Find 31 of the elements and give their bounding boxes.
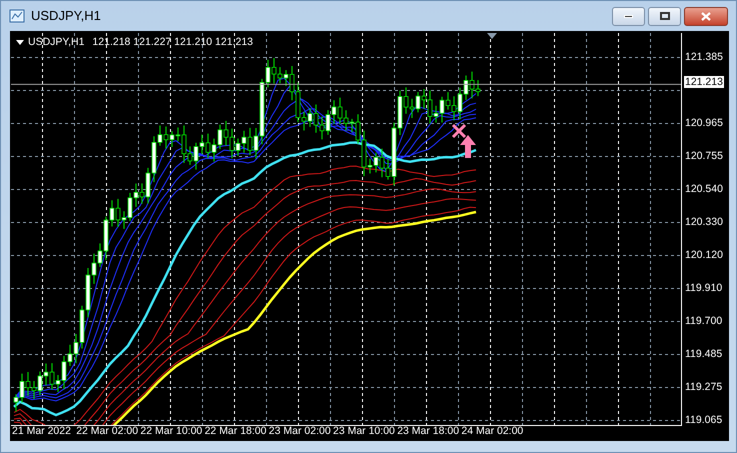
chart-window-icon (9, 9, 25, 23)
price-axis-label: 120.120 (685, 249, 723, 261)
price-axis-label: 119.065 (685, 414, 722, 426)
price-axis-label: 120.965 (685, 117, 723, 129)
chart-shift-marker-icon (487, 33, 497, 39)
current-price-tag: 121.213 (684, 76, 724, 88)
time-axis-label: 21 Mar 2022 (12, 425, 71, 437)
price-axis-label: 119.485 (685, 348, 722, 360)
price-axis-label: 119.700 (685, 315, 722, 327)
price-axis-label: 119.275 (685, 381, 722, 393)
time-axis-label: 22 Mar 18:00 (204, 425, 266, 437)
price-quote: 121.218 121.227 121.210 121.213 (92, 35, 253, 50)
symbol-label: USDJPY,H1 (28, 35, 84, 50)
time-axis-label: 23 Mar 18:00 (397, 425, 460, 437)
price-axis-label: 120.755 (685, 150, 723, 162)
time-axis-label: 22 Mar 02:00 (76, 425, 138, 437)
price-axis-label: 120.540 (685, 183, 723, 195)
price-axis-label: 120.330 (685, 216, 723, 228)
window-title: USDJPY,H1 (31, 7, 101, 26)
price-axis-label: 121.385 (685, 51, 723, 63)
time-axis-label: 23 Mar 10:00 (333, 425, 395, 437)
time-axis-label: 22 Mar 10:00 (140, 425, 202, 437)
time-axis-label: 23 Mar 02:00 (268, 425, 331, 437)
maximize-button[interactable] (648, 6, 681, 26)
time-axis-label: 24 Mar 02:00 (461, 425, 524, 437)
close-icon (701, 12, 711, 20)
price-axis-label: 119.910 (685, 282, 722, 294)
dropdown-triangle-icon[interactable] (16, 40, 24, 46)
up-arrow-icon (460, 135, 476, 158)
close-button[interactable] (684, 6, 728, 26)
cross-signal-icon (452, 124, 466, 138)
